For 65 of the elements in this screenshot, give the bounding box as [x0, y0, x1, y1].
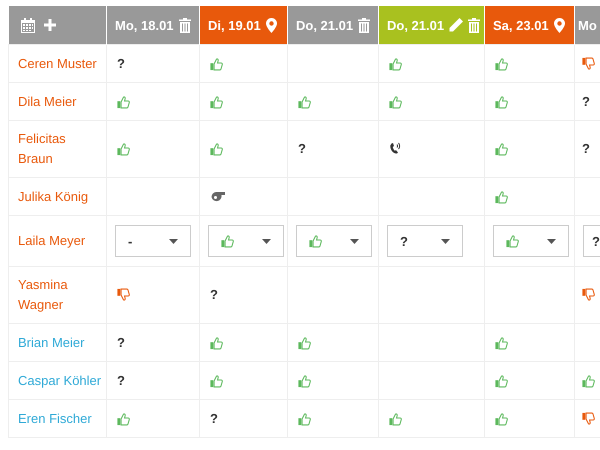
answer-dropdown[interactable]: ?: [387, 225, 463, 257]
thumbs-up-icon: [495, 374, 508, 388]
caret-icon: [350, 238, 359, 244]
maybe-mark: ?: [582, 141, 590, 156]
date-header[interactable]: Di, 19.01: [200, 6, 288, 44]
caret-icon: [441, 238, 450, 244]
thumbs-up-icon: [582, 374, 595, 388]
caret-icon: [169, 238, 178, 244]
thumbs-up-icon: [210, 56, 223, 70]
thumbs-up-icon: [389, 412, 402, 426]
thumbs-up-icon: [298, 336, 311, 350]
caret-icon: [547, 238, 556, 244]
maybe-mark: ?: [117, 56, 125, 70]
thumbs-up-icon: [495, 56, 508, 70]
caret-icon: [262, 238, 271, 244]
phone-icon: [389, 142, 401, 156]
date-header[interactable]: Mo, 18.01: [106, 6, 200, 44]
date-header[interactable]: Mo: [574, 6, 600, 44]
trash-icon[interactable]: [468, 18, 480, 32]
thumbs-down-icon: [117, 288, 130, 302]
thumbs-up-icon: [117, 412, 130, 426]
thumbs-up-icon: [495, 190, 508, 204]
trash-icon[interactable]: [178, 18, 191, 32]
maybe-mark: ?: [117, 334, 125, 350]
thumbs-up-icon: [309, 234, 322, 248]
thumbs-up-icon: [506, 234, 519, 248]
maybe-mark: ?: [210, 287, 218, 302]
thumbs-up-icon: [495, 142, 508, 156]
thumbs-down-icon: [582, 412, 595, 426]
thumbs-up-icon: [298, 374, 311, 388]
thumbs-up-icon: [495, 94, 508, 108]
answer-dropdown[interactable]: [208, 225, 284, 257]
thumbs-up-icon: [389, 56, 402, 70]
whistle-icon: [210, 191, 226, 202]
thumbs-up-icon: [117, 142, 130, 156]
calendar-icon[interactable]: [20, 18, 34, 32]
thumbs-up-icon: [495, 412, 508, 426]
thumbs-up-icon: [210, 336, 223, 350]
thumbs-down-icon: [582, 288, 595, 302]
date-header[interactable]: Do, 21.01: [288, 6, 378, 44]
maybe-mark: ?: [298, 141, 306, 156]
maybe-mark: ?: [210, 410, 218, 426]
thumbs-down-icon: [582, 56, 595, 70]
thumbs-up-icon: [298, 412, 311, 426]
thumbs-up-icon: [210, 374, 223, 388]
plus-icon[interactable]: [44, 19, 56, 31]
thumbs-up-icon: [210, 94, 223, 108]
answer-dropdown[interactable]: [296, 225, 372, 257]
date-header[interactable]: Sa, 23.01: [484, 6, 574, 44]
thumbs-up-icon: [221, 234, 234, 248]
thumbs-up-icon: [495, 336, 508, 350]
maybe-mark: ?: [582, 94, 590, 108]
pin-icon[interactable]: [554, 18, 565, 32]
trash-icon[interactable]: [358, 18, 370, 32]
answer-dropdown[interactable]: -: [115, 225, 191, 257]
thumbs-up-icon: [117, 94, 130, 108]
pencil-icon[interactable]: [449, 18, 464, 32]
answer-dropdown[interactable]: [493, 225, 569, 257]
pin-icon[interactable]: [266, 18, 277, 32]
thumbs-up-icon: [389, 94, 402, 108]
thumbs-up-icon: [210, 142, 223, 156]
answer-dropdown[interactable]: ?: [583, 225, 600, 257]
thumbs-up-icon: [298, 94, 311, 108]
date-header[interactable]: Do, 21.01: [378, 6, 484, 44]
maybe-mark: ?: [117, 372, 125, 388]
